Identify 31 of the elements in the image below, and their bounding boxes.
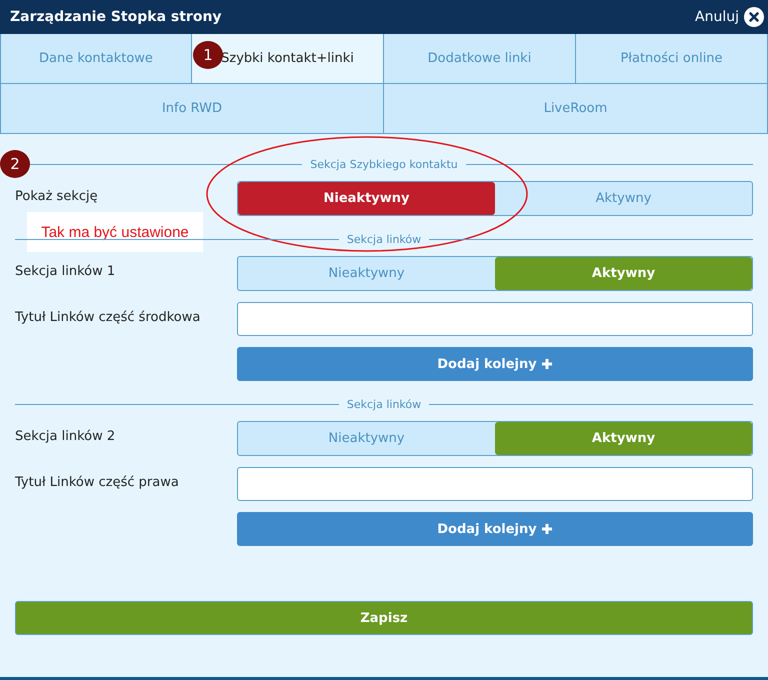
- tab[interactable]: Dodatkowe linki: [384, 34, 576, 84]
- tab[interactable]: Info RWD: [0, 84, 384, 134]
- toggle-option[interactable]: Nieaktywny: [238, 182, 495, 215]
- field-label: Tytuł Linków część środkowa: [15, 309, 202, 325]
- toggle-option[interactable]: Nieaktywny: [238, 422, 495, 455]
- plus-icon: [540, 358, 553, 370]
- section-legend: Sekcja linków: [338, 232, 430, 246]
- field-label: Tytuł Linków część prawa: [15, 474, 180, 490]
- tab[interactable]: LiveRoom: [384, 84, 768, 134]
- add-button[interactable]: Dodaj kolejny: [237, 512, 753, 546]
- plus-icon: [540, 523, 553, 535]
- callout-note: Tak ma być ustawione: [27, 212, 203, 252]
- section-legend: Sekcja linków: [338, 398, 430, 410]
- add-button[interactable]: Dodaj kolejny: [237, 347, 753, 381]
- step-marker: 2: [0, 150, 30, 178]
- input-field[interactable]: [237, 467, 753, 501]
- cancel-button[interactable]: Anuluj: [695, 7, 764, 27]
- field-label: Sekcja linków 2: [15, 428, 116, 444]
- field-label: Pokaż sekcję: [15, 188, 99, 204]
- toggle-option[interactable]: Nieaktywny: [238, 257, 495, 290]
- save-button[interactable]: Zapisz: [15, 601, 753, 635]
- close-icon: [744, 7, 764, 27]
- input-field[interactable]: [237, 302, 753, 336]
- section-legend: Sekcja Szybkiego kontaktu: [302, 158, 466, 170]
- window-title: Zarządzanie Stopka strony: [10, 9, 222, 25]
- toggle-option[interactable]: Aktywny: [495, 182, 752, 215]
- toggle-option[interactable]: Aktywny: [495, 422, 752, 455]
- field-label: Sekcja linków 1: [15, 263, 116, 279]
- tab[interactable]: Dane kontaktowe: [0, 34, 192, 84]
- tab[interactable]: Płatności online: [576, 34, 768, 84]
- toggle-option[interactable]: Aktywny: [495, 257, 752, 290]
